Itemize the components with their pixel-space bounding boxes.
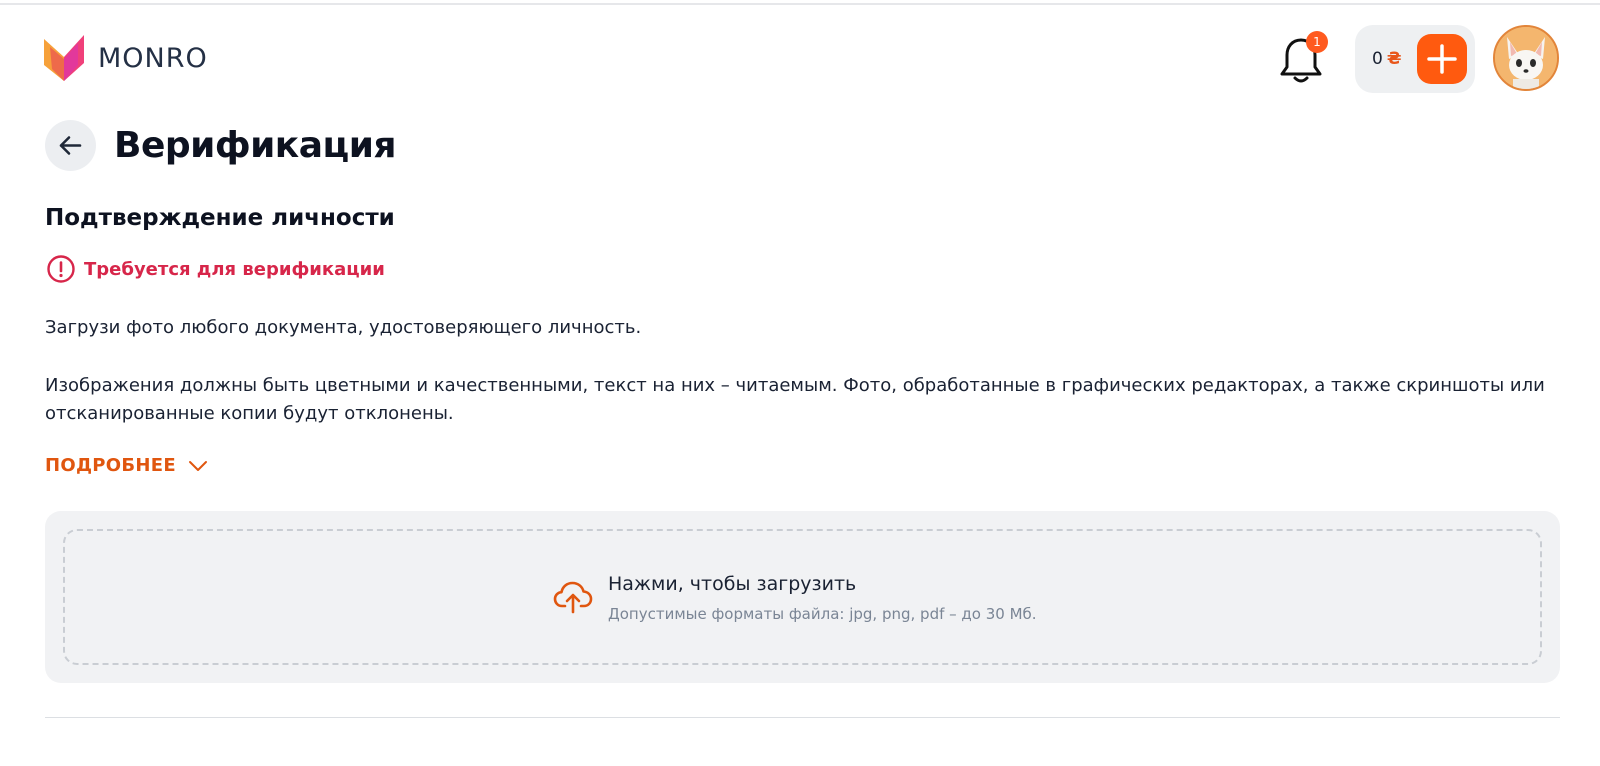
more-details-toggle[interactable]: ПОДРОБНЕЕ [45, 455, 208, 476]
requirements-text: Изображения должны быть цветными и качес… [45, 375, 1545, 424]
page-title: Верификация [114, 125, 397, 166]
chevron-down-icon [188, 460, 207, 471]
cloud-upload-icon [553, 581, 593, 614]
arrow-left-icon [59, 136, 82, 155]
bottom-divider [45, 717, 1560, 718]
monro-logo-icon [44, 35, 84, 81]
upload-icon-wrap [553, 579, 593, 615]
wallet: 0 ₴ [1355, 25, 1475, 93]
instruction-text: Загрузи фото любого документа, удостовер… [45, 317, 642, 338]
more-details-label: ПОДРОБНЕЕ [45, 455, 176, 476]
currency-icon: ₴ [1386, 49, 1402, 69]
notifications-button[interactable]: 1 [1278, 31, 1328, 86]
top-bar: MONRO 1 0 ₴ [0, 0, 1600, 110]
back-button[interactable] [45, 120, 96, 171]
notification-badge: 1 [1306, 31, 1328, 53]
fox-avatar-icon [1495, 27, 1557, 89]
upload-hint: Допустимые форматы файла: jpg, png, pdf … [608, 605, 1037, 623]
wallet-amount: 0 [1372, 49, 1383, 69]
upload-title: Нажми, чтобы загрузить [608, 573, 857, 595]
verification-status: Требуется для верификации [46, 254, 385, 284]
avatar[interactable] [1493, 25, 1559, 91]
top-up-button[interactable] [1417, 34, 1467, 84]
upload-panel: Нажми, чтобы загрузить Допустимые формат… [45, 511, 1560, 683]
logo[interactable]: MONRO [44, 35, 208, 81]
section-title: Подтверждение личности [45, 205, 395, 231]
status-text: Требуется для верификации [84, 258, 385, 280]
warning-icon [47, 255, 75, 283]
plus-icon [1427, 44, 1457, 74]
upload-dropzone[interactable]: Нажми, чтобы загрузить Допустимые формат… [63, 529, 1542, 665]
wallet-balance: 0 ₴ [1372, 49, 1401, 69]
logo-text: MONRO [98, 42, 208, 74]
